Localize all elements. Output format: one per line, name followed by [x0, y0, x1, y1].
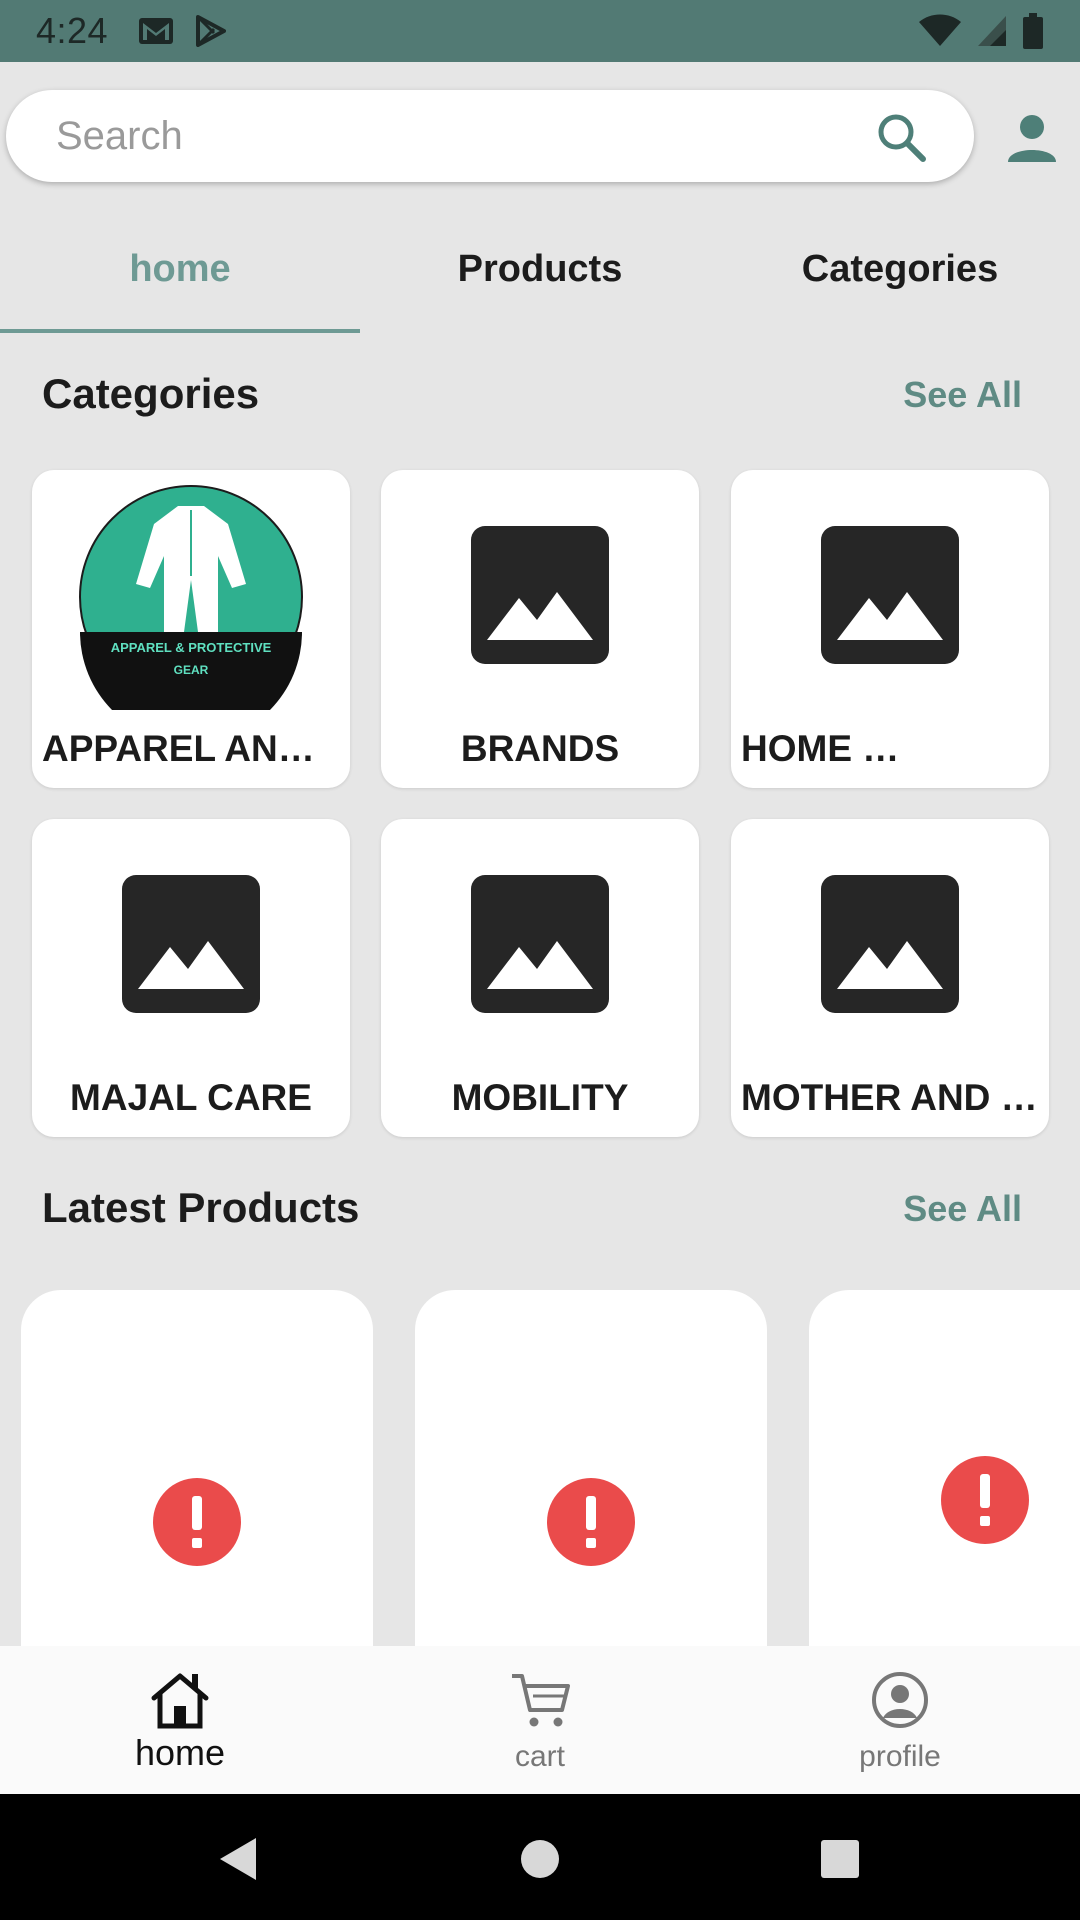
- recents-icon[interactable]: [815, 1834, 865, 1884]
- latest-products-see-all-link[interactable]: See All: [903, 1188, 1022, 1230]
- gmail-icon: [139, 18, 174, 44]
- back-icon[interactable]: [214, 1834, 264, 1884]
- apparel-logo-text-line1: APPAREL & PROTECTIVE: [111, 640, 272, 655]
- cellular-signal-icon: [978, 16, 1006, 46]
- bottom-navigation: home cart profile: [0, 1646, 1080, 1794]
- category-label: MAJAL CARE: [70, 1077, 312, 1118]
- home-circle-icon[interactable]: [515, 1834, 565, 1884]
- category-card-apparel[interactable]: APPAREL & PROTECTIVE GEAR APPAREL AND PR…: [32, 470, 350, 788]
- category-card-mother[interactable]: MOTHER AND …: [731, 819, 1049, 1137]
- image-placeholder-icon: [122, 875, 260, 1013]
- categories-see-all-link[interactable]: See All: [903, 374, 1022, 416]
- product-card[interactable]: [809, 1290, 1080, 1650]
- system-navigation-bar: [0, 1794, 1080, 1920]
- category-label: MOBILITY: [451, 1077, 629, 1118]
- tab-categories[interactable]: Categories: [720, 222, 1080, 334]
- search-input[interactable]: [56, 110, 836, 162]
- latest-products-title: Latest Products: [42, 1184, 360, 1231]
- category-card-mobility[interactable]: MOBILITY: [381, 819, 699, 1137]
- status-bar: 4:24: [0, 0, 1080, 62]
- error-icon: [153, 1478, 241, 1566]
- categories-header: Categories See All: [42, 370, 1042, 430]
- nav-item-cart[interactable]: cart: [360, 1646, 720, 1794]
- category-label: APPAREL AND PROTECTIVE GEAR: [42, 728, 340, 769]
- account-icon[interactable]: [1004, 110, 1060, 166]
- image-placeholder-icon: [821, 875, 959, 1013]
- error-icon: [941, 1456, 1029, 1544]
- apparel-logo-text-line2: GEAR: [174, 663, 209, 677]
- latest-products-header: Latest Products See All: [42, 1184, 1042, 1244]
- image-placeholder-icon: [821, 526, 959, 664]
- play-store-icon: [196, 15, 227, 47]
- top-tabs: home Products Categories: [0, 222, 1080, 334]
- error-icon: [547, 1478, 635, 1566]
- categories-title: Categories: [42, 370, 260, 417]
- nav-label-home: home: [134, 1732, 226, 1773]
- category-label: HOME …: [741, 728, 900, 769]
- category-label: MOTHER AND …: [741, 1077, 1038, 1118]
- tab-products[interactable]: Products: [360, 222, 720, 334]
- image-placeholder-icon: [471, 526, 609, 664]
- nav-item-home[interactable]: home: [0, 1646, 360, 1794]
- product-card[interactable]: [415, 1290, 767, 1650]
- search-box[interactable]: [6, 90, 974, 182]
- tab-active-indicator: [0, 329, 360, 333]
- nav-item-profile[interactable]: profile: [720, 1646, 1080, 1794]
- search-row: [0, 90, 1080, 182]
- product-card[interactable]: [21, 1290, 373, 1650]
- tab-home[interactable]: home: [0, 222, 360, 334]
- status-system-icons: [918, 13, 1044, 49]
- nav-label-profile: profile: [859, 1740, 941, 1773]
- category-card-majal-care[interactable]: MAJAL CARE: [32, 819, 350, 1137]
- home-icon: [151, 1673, 209, 1729]
- apparel-logo: APPAREL & PROTECTIVE GEAR: [79, 485, 303, 710]
- battery-icon: [1023, 13, 1043, 49]
- status-notification-icons: [138, 15, 227, 47]
- category-card-home[interactable]: HOME …: [731, 470, 1049, 788]
- cart-icon: [512, 1674, 570, 1727]
- category-label: BRANDS: [460, 728, 620, 769]
- wifi-icon: [919, 14, 961, 46]
- nav-label-cart: cart: [514, 1740, 565, 1773]
- image-placeholder-icon: [471, 875, 609, 1013]
- profile-icon: [872, 1672, 928, 1728]
- search-icon[interactable]: [874, 110, 928, 164]
- status-time: 4:24: [36, 10, 109, 51]
- category-card-brands[interactable]: BRANDS: [381, 470, 699, 788]
